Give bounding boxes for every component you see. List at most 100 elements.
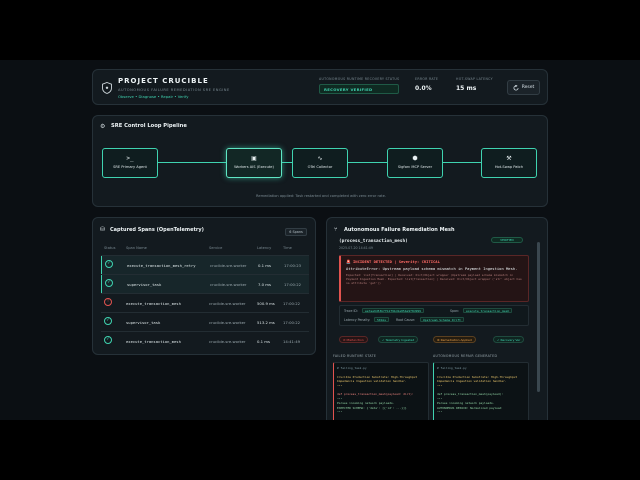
span-latency: 0.1 ms	[257, 339, 270, 344]
latency-label: HOT-SWAP LATENCY	[456, 77, 493, 81]
step-remediation: ⚙ Remediation Applied	[433, 336, 476, 343]
span-service: crucible-sre-worker	[209, 320, 246, 325]
col-status: Status	[104, 246, 116, 250]
span-latency: 513.2 ms	[257, 320, 275, 325]
span-latency: 7.0 ms	[258, 282, 271, 287]
incident-error: AttributeError: Upstream payload schema …	[346, 266, 518, 271]
database-icon: ⛁	[100, 226, 106, 233]
span-name: supervisor_task	[126, 320, 161, 325]
span-name: execute_transaction_mesh	[126, 339, 181, 344]
root-cause-label: Root Cause:	[396, 318, 416, 322]
git-branch-icon: ⑂	[334, 226, 338, 233]
step-label: Misfunction	[346, 338, 364, 342]
code-line: def process_transaction_mesh(payload: di…	[337, 392, 414, 397]
latency-penalty-chip: 501ms	[374, 317, 390, 322]
wrench-icon: ⚒	[506, 155, 512, 163]
check-circle-icon: ✓	[104, 336, 112, 344]
spans-panel: ⛁ Captured Spans (OpenTelemetry) 6 Spans…	[92, 217, 316, 355]
remediation-scroll-area[interactable]: (process_transaction_mesh) 2025-07-20 14…	[333, 237, 533, 420]
pipeline-node-workers[interactable]: ▣ Workers AIS (Execute)	[226, 148, 282, 178]
error-rate-label: ERROR RATE	[415, 77, 439, 81]
step-label: Telemetry Ingested	[385, 338, 415, 342]
pipeline-icon: ⚙	[100, 123, 106, 130]
alert-icon: 🚨	[346, 259, 354, 264]
table-row[interactable]: ✓ execute_transaction_mesh crucible-sre-…	[101, 332, 309, 350]
step-misfunction: ⊘ Misfunction	[339, 336, 368, 343]
pipeline-status-note: Remediation applied: Task restarted and …	[256, 194, 386, 198]
remediation-scrollbar[interactable]	[537, 242, 540, 392]
pipeline-node-otel[interactable]: ∿ OTel Collector	[292, 148, 348, 178]
trace-id-label: Trace ID:	[344, 309, 358, 313]
span-time: 17:00:22	[283, 301, 301, 306]
function-name: (process_transaction_mesh)	[339, 239, 408, 244]
pipeline-title: SRE Control Loop Pipeline	[111, 123, 187, 129]
check-circle-icon: ✓	[105, 279, 113, 287]
failed-code-block[interactable]: # failing_task.py Crucible Production Su…	[333, 362, 429, 420]
table-row[interactable]: ✓ execute_transaction_mesh_retry crucibl…	[101, 256, 309, 274]
incident-trace: Expected: list[Transaction] | Received: …	[346, 273, 522, 285]
cpu-icon: ▣	[251, 155, 257, 163]
span-time: 17:00:23	[284, 263, 302, 268]
reset-button[interactable]: Reset	[507, 80, 540, 95]
latency-penalty-label: Latency Penalty:	[344, 318, 371, 322]
span-name: supervisor_task	[127, 282, 162, 287]
remediation-title: Autonomous Failure Remediation Mesh	[344, 227, 455, 233]
span-service: crucible-sre-worker	[210, 282, 247, 287]
node-label: OTel Collector	[307, 165, 333, 170]
node-label: SRE Primary Agent	[113, 165, 147, 170]
node-label: Workers AIS (Execute)	[234, 165, 274, 170]
remediation-panel: ⑂ Autonomous Failure Remediation Mesh (p…	[326, 217, 548, 420]
table-row[interactable]: ✓ supervisor_task crucible-sre-worker 51…	[101, 313, 309, 331]
step-recovery: ✓ Recovery Ver	[493, 336, 525, 343]
step-telemetry: ✓ Telemetry Ingested	[378, 336, 419, 343]
table-row[interactable]: ! execute_transaction_mesh crucible-sre-…	[101, 294, 309, 312]
verified-badge: VERIFIED	[491, 237, 523, 243]
code-line: """	[437, 410, 443, 415]
incident-timestamp: 2025-07-20 14:41:49	[339, 246, 373, 250]
activity-icon: ∿	[317, 155, 323, 163]
pipeline-edge	[348, 162, 387, 163]
latency-value: 15 ms	[456, 85, 477, 92]
terminal-icon: >_	[126, 155, 134, 163]
pipeline-edge	[158, 162, 226, 163]
pipeline-edge	[282, 162, 292, 163]
span-service: crucible-sre-worker	[209, 301, 246, 306]
trace-id-chip: ee7ae9d53b7fb1f9bd1e85ba9f8d999	[362, 308, 424, 313]
error-rate-value: 0.0%	[415, 85, 432, 92]
node-label: Hot-Swap Patch	[494, 165, 524, 170]
header-bar: PROJECT CRUCIBLE AUTONOMOUS FAILURE REME…	[92, 69, 548, 105]
table-row[interactable]: ✓ supervisor_task crucible-sre-worker 7.…	[101, 275, 309, 293]
col-span-name: Span Name	[126, 246, 147, 250]
span-name: execute_transaction_mesh_retry	[127, 263, 196, 268]
span-label: Span:	[450, 309, 460, 313]
server-icon: ⬢	[412, 155, 418, 163]
span-time: 14:41:49	[283, 339, 301, 344]
incident-card: 🚨 INCIDENT DETECTED | Severity: CRITICAL…	[339, 255, 529, 302]
check-circle-icon: ✓	[105, 260, 113, 268]
pipeline-node-mcp[interactable]: ⬢ Sigforc MCP Server	[387, 148, 443, 178]
span-name: execute_transaction_mesh	[126, 301, 181, 306]
col-service: Service	[209, 246, 223, 250]
span-service: crucible-sre-worker	[209, 339, 246, 344]
incident-title: 🚨 INCIDENT DETECTED | Severity: CRITICAL	[346, 259, 523, 264]
span-time: 17:00:22	[283, 320, 301, 325]
app-title: PROJECT CRUCIBLE	[118, 77, 209, 85]
remediation-steps: ⊘ Misfunction ✓ Telemetry Ingested ⚙ Rem…	[339, 336, 533, 344]
node-label: Sigforc MCP Server	[397, 165, 433, 170]
step-label: Recovery Ver	[500, 338, 521, 342]
reset-label: Reset	[521, 85, 535, 90]
span-chip: execute_transaction_mesh	[463, 308, 513, 313]
step-label: Remediation Applied	[440, 338, 472, 342]
app-screen: PROJECT CRUCIBLE AUTONOMOUS FAILURE REME…	[0, 60, 640, 420]
root-cause-chip: Upstream Schema Drift	[420, 317, 464, 322]
col-latency: Latency	[257, 246, 272, 250]
check-circle-icon: ✓	[104, 317, 112, 325]
repair-code-block[interactable]: # failing_task.py Crucible Production Su…	[433, 362, 529, 420]
pipeline-node-patch[interactable]: ⚒ Hot-Swap Patch	[481, 148, 537, 178]
pipeline-panel: ⚙ SRE Control Loop Pipeline >_ SRE Prima…	[92, 115, 548, 207]
pipeline-edge	[443, 162, 481, 163]
failed-state-heading: FAILED RUNTIME STATE	[333, 354, 377, 358]
incident-title-text: INCIDENT DETECTED | Severity: CRITICAL	[353, 259, 440, 264]
span-latency: 0.1 ms	[258, 263, 271, 268]
pipeline-node-sre-agent[interactable]: >_ SRE Primary Agent	[102, 148, 158, 178]
